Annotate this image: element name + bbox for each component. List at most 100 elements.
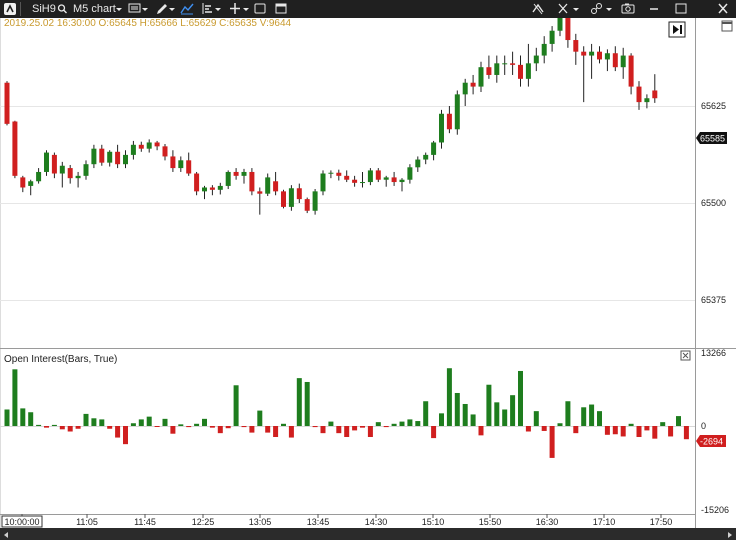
price-candle <box>83 160 89 180</box>
close-icon[interactable] <box>717 0 729 18</box>
oi-bar <box>644 426 650 431</box>
oi-bar <box>130 423 136 426</box>
oi-bar <box>573 426 579 434</box>
oi-bar <box>462 403 468 426</box>
chevron-down-icon[interactable] <box>116 0 122 18</box>
oi-bar <box>257 410 263 426</box>
oi-bar <box>446 368 452 426</box>
price-candle <box>312 189 318 215</box>
window-icon[interactable] <box>254 0 266 18</box>
oi-tick-label: 0 <box>701 421 706 431</box>
oi-bar <box>288 426 294 438</box>
price-candle <box>320 170 326 196</box>
chart-type-icon[interactable] <box>128 0 148 18</box>
go-to-latest-button[interactable] <box>668 21 686 38</box>
oi-bar <box>83 413 89 426</box>
oi-bar <box>391 423 397 426</box>
current-price-value: 65585 <box>700 134 725 144</box>
maximize-icon[interactable] <box>275 0 287 18</box>
time-label: 13:05 <box>249 517 272 527</box>
oi-bar <box>660 422 666 426</box>
pencil-icon[interactable] <box>155 0 175 18</box>
oi-bar <box>138 419 144 426</box>
price-candle <box>51 152 57 179</box>
oi-bar <box>67 426 73 432</box>
time-label: 11:05 <box>76 517 98 527</box>
oi-bar <box>233 385 239 426</box>
minimize-icon[interactable] <box>648 0 660 18</box>
oi-bar <box>502 409 508 426</box>
time-label: 17:50 <box>650 517 673 527</box>
oi-bar <box>217 426 223 434</box>
crosshair-icon[interactable] <box>229 0 249 18</box>
time-label: 15:10 <box>422 517 445 527</box>
price-tick-label: 65375 <box>701 295 726 305</box>
oi-bar <box>107 426 113 429</box>
chart-frame <box>0 18 736 528</box>
oi-bar <box>44 426 49 428</box>
oi-bar <box>407 419 413 426</box>
link-icon[interactable] <box>589 0 613 18</box>
oi-bar <box>225 426 231 429</box>
symbol-label[interactable]: SiH9 <box>32 0 56 18</box>
oi-bar <box>423 401 429 426</box>
search-icon[interactable] <box>57 0 68 18</box>
price-tick-label: 65500 <box>701 198 726 208</box>
oi-bar <box>668 426 674 437</box>
oi-bar <box>652 426 658 439</box>
time-label: 11:45 <box>134 517 156 527</box>
price-candle <box>67 164 73 184</box>
price-candle <box>178 156 184 172</box>
oi-bar <box>320 426 326 434</box>
restore-panel-icon[interactable] <box>721 20 733 32</box>
scroll-left-icon[interactable] <box>4 532 8 538</box>
oi-bar <box>202 418 207 426</box>
current-oi-value: -2694 <box>700 437 723 447</box>
oi-bar <box>178 424 184 426</box>
price-candle <box>478 61 484 93</box>
price-candle <box>431 140 437 161</box>
oi-bar <box>510 395 516 426</box>
oi-tick-label: -15206 <box>701 505 729 515</box>
oi-bar <box>431 426 437 439</box>
price-candle <box>612 46 618 72</box>
price-candle <box>115 144 121 169</box>
time-label: 14:30 <box>365 517 388 527</box>
toolbar-divider <box>20 2 21 16</box>
oi-bar <box>367 426 373 438</box>
magnet-icon[interactable] <box>531 0 545 18</box>
oi-bar <box>683 426 689 440</box>
oi-bar <box>123 426 128 445</box>
price-candle <box>391 171 397 186</box>
scroll-right-icon[interactable] <box>728 532 732 538</box>
oi-bar <box>352 426 358 431</box>
atas-logo-icon[interactable] <box>3 0 17 18</box>
price-candle <box>423 152 429 165</box>
oi-bar <box>375 422 381 426</box>
chart-area[interactable]: 65625 65500 65375 65585 Open Interest(Ba… <box>0 18 736 528</box>
oi-bar <box>99 419 105 426</box>
indicator-icon[interactable] <box>180 0 194 18</box>
expand-icon[interactable] <box>675 0 687 18</box>
oi-bar <box>344 426 350 438</box>
price-candle <box>296 183 302 203</box>
indicator-close-icon[interactable] <box>680 350 691 361</box>
time-label: 17:10 <box>593 517 616 527</box>
oi-bar <box>20 408 26 426</box>
camera-icon[interactable] <box>621 0 635 18</box>
timeframe-selector[interactable]: M5 chart <box>73 0 116 18</box>
oi-bar <box>170 426 176 434</box>
price-tick-label: 65625 <box>701 101 726 111</box>
price-candle <box>565 18 571 48</box>
price-candle <box>581 46 587 103</box>
oi-bar <box>304 381 310 426</box>
horizontal-scrollbar[interactable] <box>0 528 736 540</box>
time-label: 16:30 <box>536 517 559 527</box>
oi-bar <box>241 426 247 428</box>
oi-bar <box>186 426 192 428</box>
oi-bar <box>36 424 42 426</box>
cross-cursor-icon[interactable] <box>556 0 580 18</box>
layout-icon[interactable] <box>201 0 221 18</box>
indicator-title: Open Interest(Bars, True) <box>4 354 117 365</box>
oi-bar <box>312 426 318 428</box>
